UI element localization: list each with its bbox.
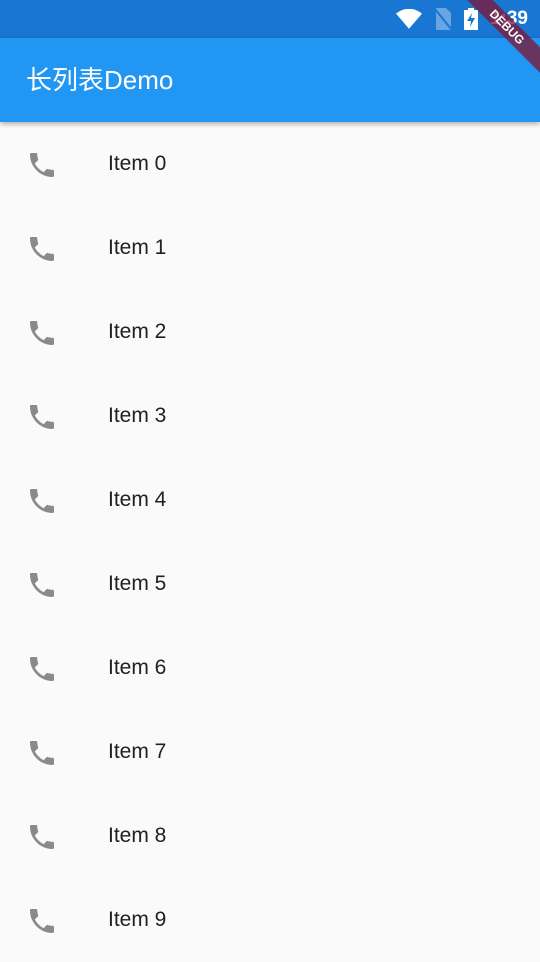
phone-icon xyxy=(30,237,54,261)
item-list[interactable]: Item 0 Item 1 Item 2 Item 3 Item 4 Item 5 Item… xyxy=(0,122,540,962)
wifi-icon xyxy=(395,9,422,29)
phone-icon xyxy=(30,321,54,345)
battery-charging-icon xyxy=(463,8,478,30)
list-item-label: Item 9 xyxy=(108,908,167,931)
phone-icon xyxy=(30,909,54,933)
page-title: 长列表Demo xyxy=(26,65,174,95)
list-item[interactable]: Item 9 xyxy=(0,878,540,962)
list-item[interactable]: Item 5 xyxy=(0,542,540,626)
list-item[interactable]: Item 4 xyxy=(0,458,540,542)
phone-icon xyxy=(30,825,54,849)
list-item-label: Item 3 xyxy=(108,404,167,427)
list-item-label: Item 1 xyxy=(108,236,167,259)
list-item[interactable]: Item 3 xyxy=(0,374,540,458)
status-bar: 1:39 xyxy=(0,0,540,38)
phone-icon xyxy=(30,741,54,765)
list-item[interactable]: Item 7 xyxy=(0,710,540,794)
clock: 1:39 xyxy=(489,8,528,29)
no-sim-icon xyxy=(434,8,452,30)
list-item-label: Item 2 xyxy=(108,320,167,343)
list-item-label: Item 6 xyxy=(108,656,167,679)
list-item-label: Item 0 xyxy=(108,152,167,175)
list-item-label: Item 5 xyxy=(108,572,167,595)
list-item[interactable]: Item 0 xyxy=(0,122,540,206)
phone-icon xyxy=(30,657,54,681)
list-item[interactable]: Item 1 xyxy=(0,206,540,290)
list-item-label: Item 4 xyxy=(108,488,167,511)
list-item-label: Item 7 xyxy=(108,740,167,763)
phone-icon xyxy=(30,573,54,597)
list-item-label: Item 8 xyxy=(108,824,167,847)
phone-icon xyxy=(30,489,54,513)
list-item[interactable]: Item 6 xyxy=(0,626,540,710)
app-bar: 长列表Demo xyxy=(0,38,540,122)
phone-icon xyxy=(30,405,54,429)
list-item[interactable]: Item 8 xyxy=(0,794,540,878)
list-item[interactable]: Item 2 xyxy=(0,290,540,374)
phone-icon xyxy=(30,153,54,177)
